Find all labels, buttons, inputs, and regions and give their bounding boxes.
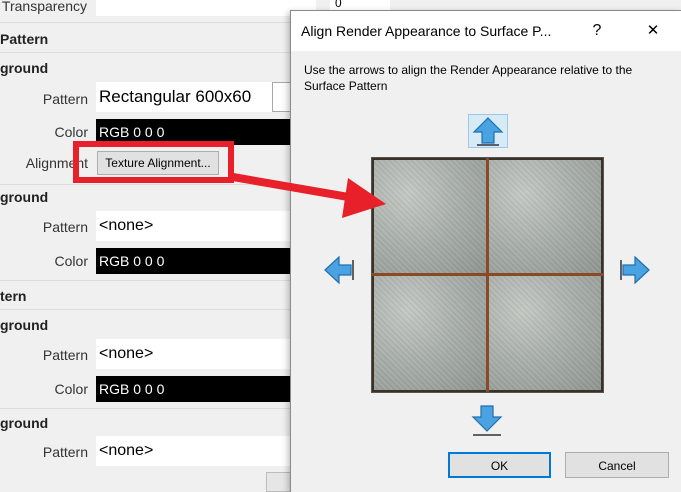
surface-pattern-line-horizontal — [372, 273, 603, 276]
cut-bg-pattern-field[interactable]: <none> — [96, 436, 316, 466]
align-render-dialog: Align Render Appearance to Surface P... … — [290, 10, 681, 492]
cut-fg-pattern-label: Pattern — [42, 347, 88, 363]
tile — [489, 160, 601, 274]
dialog-instructions: Use the arrows to align the Render Appea… — [304, 63, 633, 93]
surface-pattern-header: Pattern — [0, 31, 49, 47]
cut-bg-pattern-label: Pattern — [42, 444, 88, 460]
cut-foreground-header: ground — [0, 317, 49, 333]
cut-fg-color-label: Color — [54, 381, 88, 397]
tile — [489, 276, 601, 390]
fg-pattern-label: Pattern — [42, 91, 88, 107]
cut-background-header: ground — [0, 415, 49, 431]
background-header: ground — [0, 189, 49, 205]
transparency-value-field: 0 — [330, 0, 390, 10]
render-appearance-preview — [372, 158, 603, 392]
transparency-field[interactable] — [96, 0, 316, 16]
foreground-header: ground — [0, 60, 49, 76]
fg-color-label: Color — [54, 124, 88, 140]
arrow-right-icon[interactable] — [619, 254, 651, 286]
cut-fg-pattern-field[interactable]: <none> — [96, 339, 316, 369]
tile — [374, 160, 486, 274]
arrow-left-icon[interactable] — [323, 254, 355, 286]
cancel-button[interactable]: Cancel — [565, 452, 669, 478]
bg-pattern-label: Pattern — [42, 219, 88, 235]
arrow-down-icon[interactable] — [469, 403, 505, 437]
close-icon[interactable]: ✕ — [638, 17, 668, 45]
help-icon[interactable]: ? — [582, 17, 612, 45]
bg-pattern-field[interactable]: <none> — [96, 211, 316, 241]
dialog-title: Align Render Appearance to Surface P... — [301, 23, 552, 39]
dialog-titlebar[interactable]: Align Render Appearance to Surface P... … — [291, 11, 681, 51]
transparency-label: Transparency — [1, 0, 87, 14]
bg-color-swatch[interactable]: RGB 0 0 0 — [96, 248, 316, 274]
tile — [374, 276, 486, 390]
ok-button[interactable]: OK — [448, 452, 551, 478]
arrow-up-icon[interactable] — [468, 114, 508, 148]
bg-color-label: Color — [54, 253, 88, 269]
cut-pattern-header: tern — [0, 288, 27, 304]
highlight-box — [73, 141, 234, 183]
properties-panel: Transparency Pattern ground Pattern Rect… — [0, 0, 316, 492]
cut-fg-color-swatch[interactable]: RGB 0 0 0 — [96, 376, 316, 402]
transparency-value: 0 — [335, 0, 342, 10]
